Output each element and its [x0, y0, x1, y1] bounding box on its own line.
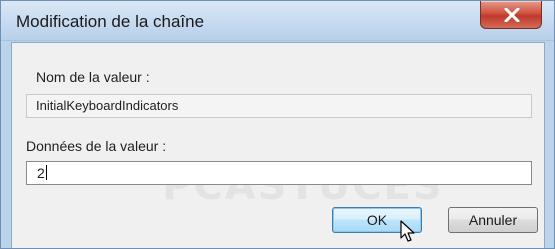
- string-edit-dialog: Modification de la chaîne PCASTUCES Nom …: [0, 0, 555, 249]
- close-icon: [504, 8, 520, 22]
- cancel-button[interactable]: Annuler: [448, 207, 538, 233]
- value-data-label: Données de la valeur :: [26, 138, 167, 154]
- value-name-label: Nom de la valeur :: [36, 69, 150, 85]
- close-button[interactable]: [480, 1, 542, 29]
- value-data-text: 2: [37, 165, 45, 181]
- mouse-pointer-icon: [400, 220, 415, 242]
- value-name-field: InitialKeyboardIndicators: [26, 94, 532, 118]
- text-caret: [45, 165, 47, 180]
- title-bar[interactable]: Modification de la chaîne: [1, 1, 554, 41]
- value-data-input[interactable]: 2: [26, 161, 532, 185]
- dialog-title: Modification de la chaîne: [16, 12, 205, 31]
- dialog-body: PCASTUCES Nom de la valeur : InitialKeyb…: [11, 42, 545, 248]
